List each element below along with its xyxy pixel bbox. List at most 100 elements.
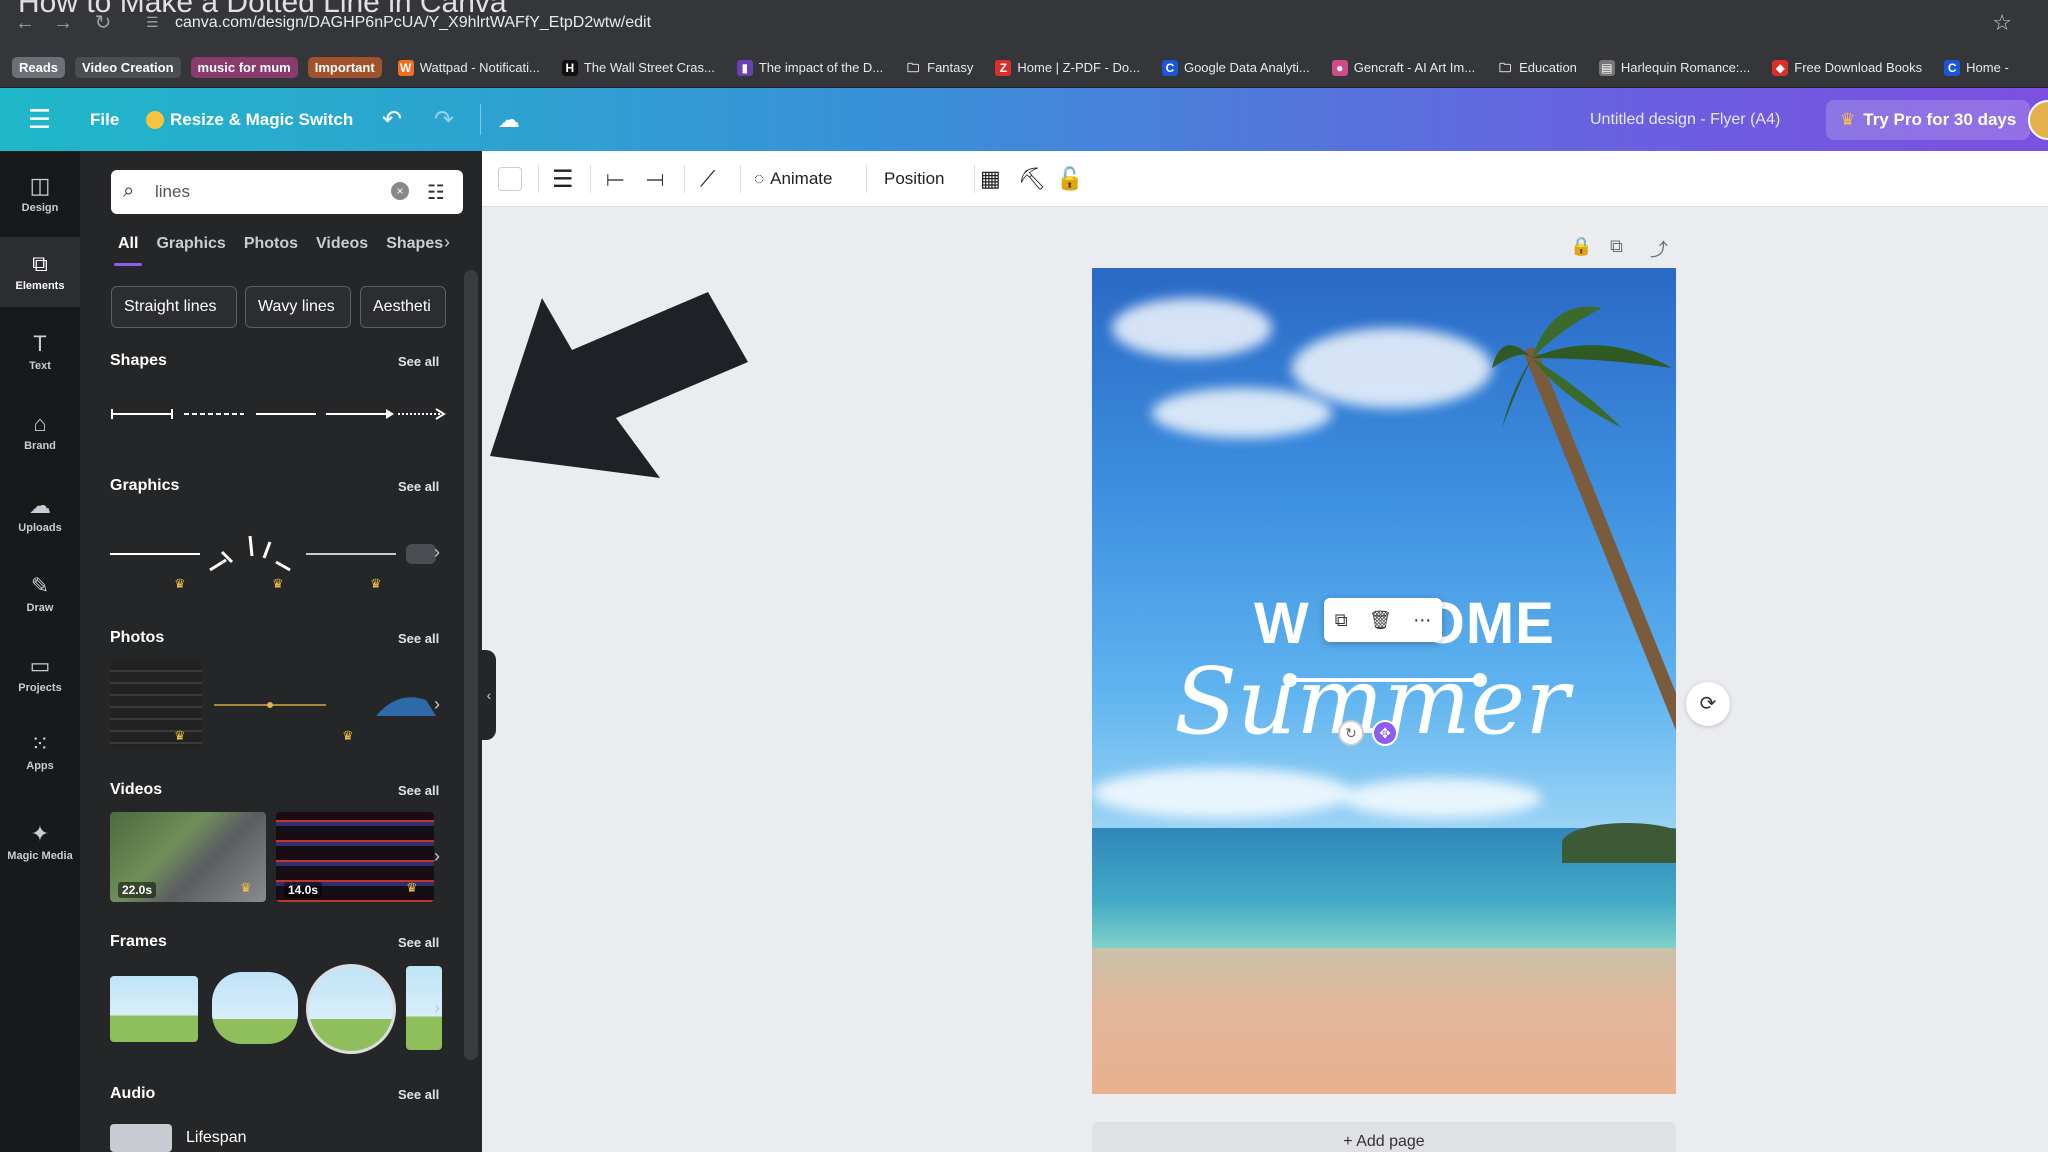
rail-item-apps[interactable]: ⁙ Apps [0, 717, 80, 787]
photo-thumbnail[interactable] [110, 660, 202, 748]
rail-item-design[interactable]: ◫ Design [0, 159, 80, 229]
transparency-icon[interactable]: ▦ [980, 151, 1001, 207]
refresh-rotate-button[interactable]: ⟳ [1686, 682, 1730, 726]
frame-rectangle[interactable] [110, 976, 198, 1042]
collapse-panel-handle[interactable]: ‹ [482, 650, 496, 740]
graphic-brush-stroke[interactable] [406, 544, 436, 564]
panel-scrollbar[interactable] [464, 270, 478, 1060]
bookmark-item[interactable]: ▤ Harlequin Romance:... [1593, 59, 1756, 76]
rail-item-elements[interactable]: ⧉ Elements [0, 237, 80, 307]
bookmark-item[interactable]: C Home - [1938, 59, 2015, 76]
chevron-right-icon[interactable]: › [444, 232, 450, 253]
bookmark-tag[interactable]: Video Creation [75, 57, 181, 78]
frame-cloud[interactable] [212, 972, 298, 1044]
bookmark-item[interactable]: ▮ The impact of the D... [731, 59, 889, 76]
see-all-graphics[interactable]: See all [398, 479, 439, 494]
shape-line-solid-ends[interactable] [111, 409, 173, 419]
search-input[interactable] [155, 178, 385, 206]
tab-graphics[interactable]: Graphics [156, 230, 225, 266]
bookmark-item[interactable]: W Wattpad - Notificati... [392, 59, 546, 76]
resize-magic-switch-button[interactable]: Resize & Magic Switch [146, 88, 353, 151]
copy-style-icon[interactable]: ⛏ [1018, 151, 1046, 207]
bookmark-item[interactable]: C Google Data Analyti... [1156, 59, 1316, 76]
file-menu-button[interactable]: File [90, 88, 119, 151]
filter-icon[interactable]: ☷ [427, 180, 445, 205]
tab-shapes[interactable]: Shapes [386, 230, 443, 266]
line-start-icon[interactable]: ⟝ [606, 151, 624, 207]
bookmark-item[interactable]: ● Gencraft - AI Art Im... [1326, 59, 1481, 76]
color-button[interactable] [498, 151, 522, 207]
cloud-save-icon[interactable]: ☁ [498, 88, 520, 151]
photo-thumbnail[interactable] [376, 690, 442, 720]
animate-button[interactable]: ◌ Animate [754, 151, 832, 207]
bookmark-item[interactable]: ◆ Free Download Books [1766, 59, 1928, 76]
chevron-right-icon[interactable]: › [434, 998, 440, 1019]
back-icon[interactable]: ← [12, 10, 38, 36]
bookmark-tag[interactable]: Reads [12, 57, 66, 78]
video-thumbnail[interactable]: 22.0s ♛ [110, 812, 266, 902]
summer-script-text[interactable]: Summer [1174, 648, 1569, 755]
tab-all[interactable]: All [113, 230, 144, 266]
suggestion-chip[interactable]: Wavy lines [245, 286, 351, 328]
rotate-handle[interactable]: ↻ [1338, 720, 1364, 746]
see-all-shapes[interactable]: See all [398, 354, 439, 369]
rail-item-brand[interactable]: ⌂ Brand [0, 397, 80, 467]
see-all-photos[interactable]: See all [398, 631, 439, 646]
rail-item-draw[interactable]: ✎ Draw [0, 559, 80, 629]
duplicate-icon[interactable]: ⧉ [1335, 610, 1348, 631]
line-endpoint-handle[interactable] [1473, 673, 1487, 687]
chevron-right-icon[interactable]: › [434, 542, 440, 563]
redo-icon[interactable]: ↷ [434, 88, 454, 151]
chevron-right-icon[interactable]: › [434, 846, 440, 867]
forward-icon[interactable]: → [50, 10, 76, 36]
rail-item-uploads[interactable]: ☁ Uploads [0, 479, 80, 549]
rail-item-text[interactable]: T Text [0, 317, 80, 387]
search-box[interactable]: ⌕ × ☷ [111, 170, 463, 214]
see-all-videos[interactable]: See all [398, 783, 439, 798]
add-page-icon[interactable]: ⤴ [1650, 236, 1668, 262]
lock-page-icon[interactable]: 🔒 [1570, 236, 1592, 257]
audio-thumbnail[interactable] [110, 1124, 172, 1152]
design-page[interactable]: W OME Summer ⧉ 🗑 ⋯ ↻ ✥ [1092, 268, 1676, 1094]
tab-videos[interactable]: Videos [316, 230, 368, 266]
bookmark-tag[interactable]: Important [307, 57, 382, 78]
photo-thumbnail[interactable] [214, 690, 326, 720]
rail-item-magic-media[interactable]: ✦ Magic Media [0, 807, 80, 877]
tab-photos[interactable]: Photos [244, 230, 298, 266]
line-weight-icon[interactable]: ☰ [552, 151, 574, 207]
bookmark-item[interactable]: 🗀 Fantasy [899, 59, 979, 76]
reload-icon[interactable]: ↻ [90, 10, 116, 36]
duplicate-page-icon[interactable]: ⧉ [1610, 236, 1623, 257]
line-end-icon[interactable]: ⟞ [646, 151, 664, 207]
try-pro-button[interactable]: ♛ Try Pro for 30 days [1826, 100, 2031, 140]
bookmark-item[interactable]: Z Home | Z-PDF - Do... [989, 59, 1146, 76]
bookmark-item[interactable]: H The Wall Street Cras... [556, 59, 721, 76]
line-endpoint-handle[interactable] [1283, 673, 1297, 687]
trash-icon[interactable]: 🗑 [1369, 610, 1392, 631]
move-handle[interactable]: ✥ [1372, 720, 1398, 746]
bookmark-item[interactable]: 🗀 Education [1491, 59, 1583, 76]
more-options-icon[interactable]: ⋯ [1413, 610, 1431, 631]
shape-line-dotted-arrow[interactable] [398, 408, 446, 420]
frame-circle[interactable] [306, 964, 396, 1054]
video-thumbnail[interactable]: 14.0s ♛ [276, 812, 434, 902]
suggestion-chip[interactable]: Aestheti [360, 286, 446, 328]
menu-icon[interactable]: ☰ [28, 88, 51, 151]
graphic-burst-lines[interactable] [209, 535, 291, 572]
rail-item-projects[interactable]: ▭ Projects [0, 639, 80, 709]
audio-track-title[interactable]: Lifespan [186, 1129, 247, 1147]
suggestion-chip[interactable]: Straight lines [111, 286, 237, 328]
selected-line-element[interactable] [1283, 673, 1487, 687]
line-type-icon[interactable]: ⟋ [700, 151, 715, 207]
clear-search-icon[interactable]: × [391, 182, 409, 200]
undo-icon[interactable]: ↶ [382, 88, 402, 151]
shape-line-arrow[interactable] [326, 409, 394, 419]
bookmark-star-icon[interactable]: ☆ [1992, 10, 2012, 36]
see-all-audio[interactable]: See all [398, 1087, 439, 1102]
site-info-icon[interactable]: ☰ [146, 14, 164, 32]
address-bar[interactable]: canva.com/design/DAGHP6nPcUA/Y_X9hlrtWAF… [175, 14, 651, 32]
bookmark-tag[interactable]: music for mum [190, 57, 298, 78]
chevron-right-icon[interactable]: › [434, 694, 440, 715]
position-button[interactable]: Position [884, 151, 944, 207]
design-title[interactable]: Untitled design - Flyer (A4) [1590, 88, 1780, 151]
